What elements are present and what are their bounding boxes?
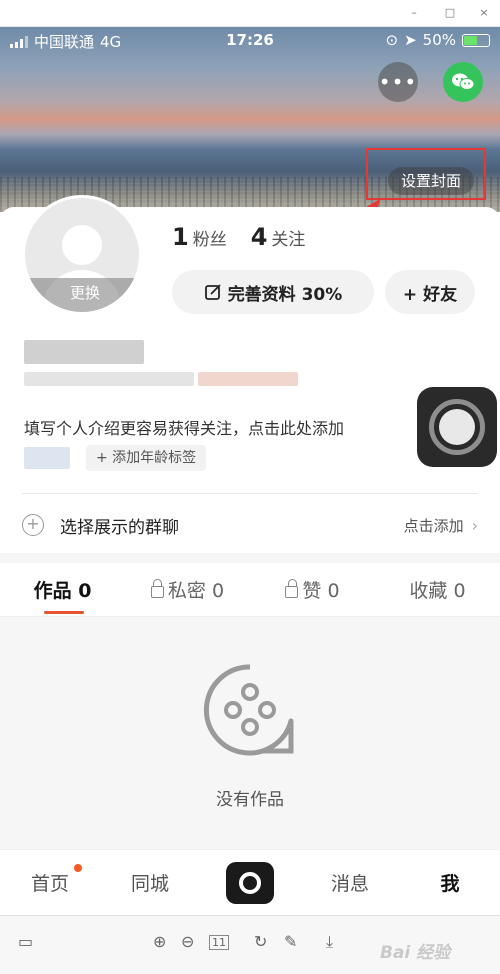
status-bar: 中国联通 4G 17:26 ⊙ ➤ 50%: [0, 27, 500, 53]
fit-screen-icon[interactable]: ▭: [18, 932, 33, 951]
wechat-icon[interactable]: [443, 62, 483, 102]
watermark-logo: Bai 经验: [380, 943, 451, 963]
group-chat-title: 选择展示的群聊: [60, 517, 179, 538]
wechat-glyph: [452, 73, 475, 90]
following-stat[interactable]: 4 关注: [251, 223, 306, 251]
tab-private[interactable]: 私密 0: [125, 563, 250, 616]
download-icon[interactable]: ⤓: [326, 932, 333, 952]
avatar-head-shape: [62, 225, 102, 265]
plus-circle-icon: +: [22, 514, 44, 536]
zoom-out-icon[interactable]: ⊖: [181, 932, 194, 951]
tab-works[interactable]: 作品 0: [0, 563, 125, 616]
blurred-user-id: [24, 372, 194, 386]
following-count: 4: [250, 223, 268, 251]
tab-likes[interactable]: 赞 0: [250, 563, 375, 616]
pencil-icon[interactable]: ✎: [284, 932, 297, 951]
blurred-username: [24, 340, 144, 364]
film-reel-icon: [203, 664, 294, 756]
nav-home[interactable]: 首页: [0, 850, 100, 915]
battery-percent: 50%: [422, 31, 456, 49]
maximize-button[interactable]: □: [441, 4, 459, 22]
edit-icon: [204, 284, 221, 300]
nav-nearby[interactable]: 同城: [100, 850, 200, 915]
nav-me[interactable]: 我: [400, 850, 500, 915]
minimize-button[interactable]: –: [405, 4, 423, 22]
window-titlebar: – □ ×: [0, 0, 500, 27]
phone-screen: 中国联通 4G 17:26 ⊙ ➤ 50% ••• 设置封面 更换 1 粉丝 4…: [0, 27, 500, 915]
rotation-lock-icon: ⊙: [385, 31, 399, 49]
fans-stat[interactable]: 1 粉丝: [172, 223, 227, 251]
battery-icon: [462, 33, 490, 47]
lock-icon: [285, 578, 299, 598]
profile-stats: 1 粉丝 4 关注: [172, 223, 305, 251]
blurred-gender-tag: [24, 447, 70, 469]
avatar[interactable]: 更换: [22, 195, 142, 315]
nav-messages[interactable]: 消息: [300, 850, 400, 915]
bottom-nav: 首页 同城 消息 我: [0, 849, 500, 915]
page-indicator[interactable]: 11: [209, 935, 229, 950]
assistive-touch-button[interactable]: [417, 387, 497, 467]
group-chat-add[interactable]: 点击添加: [404, 515, 464, 536]
rotate-icon[interactable]: ↻: [254, 932, 267, 951]
divider: [22, 493, 478, 494]
intro-text[interactable]: 填写个人介绍更容易获得关注，点击此处添加: [24, 415, 344, 439]
empty-state-text: 没有作品: [216, 790, 284, 810]
more-dots-icon[interactable]: •••: [378, 62, 418, 102]
tab-favorites[interactable]: 收藏 0: [375, 563, 500, 616]
tag-row: + 添加年龄标签: [24, 445, 207, 471]
add-friend-button[interactable]: + 好友: [385, 270, 475, 314]
content-tabs: 作品 0 私密 0 赞 0 收藏 0: [0, 563, 500, 617]
annotation-highlight-box: [366, 148, 486, 200]
fans-count: 1: [172, 223, 189, 251]
notification-dot: [74, 864, 82, 872]
fans-label: 粉丝: [192, 230, 227, 250]
nav-camera[interactable]: [200, 850, 300, 915]
following-label: 关注: [271, 230, 306, 250]
location-icon: ➤: [404, 31, 417, 49]
blurred-user-tag: [198, 372, 298, 386]
lock-icon: [150, 578, 164, 598]
avatar-change-button[interactable]: 更换: [25, 278, 139, 312]
close-button[interactable]: ×: [475, 4, 493, 22]
edit-profile-button[interactable]: 完善资料 30%: [172, 270, 374, 314]
chevron-right-icon: ›: [471, 515, 478, 535]
viewer-toolbar: ▭ ⊕ ⊖ 11 ↻ ✎ ⤓ Bai 经验: [0, 915, 500, 974]
camera-icon: [226, 861, 274, 904]
group-chat-row[interactable]: + 选择展示的群聊 点击添加 ›: [22, 505, 478, 545]
zoom-in-icon[interactable]: ⊕: [153, 932, 166, 951]
edit-profile-label: 完善资料 30%: [227, 284, 343, 305]
add-age-tag-button[interactable]: + 添加年龄标签: [86, 445, 207, 471]
section-gap: [0, 553, 500, 563]
